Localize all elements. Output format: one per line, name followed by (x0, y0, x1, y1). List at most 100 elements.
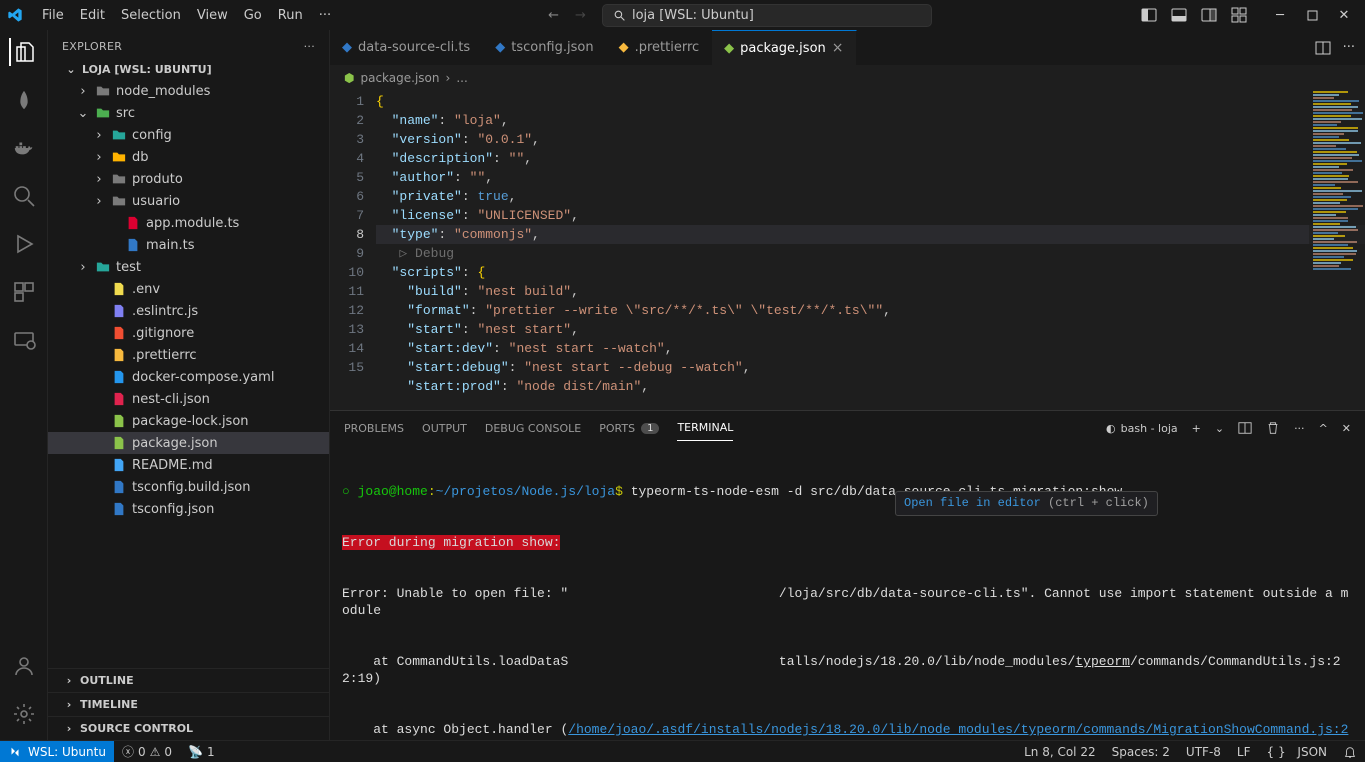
tree-item[interactable]: tsconfig.json (48, 498, 329, 520)
forward-icon[interactable]: → (575, 8, 586, 23)
docker-icon[interactable] (10, 134, 38, 162)
tree-item-label: package-lock.json (132, 414, 249, 429)
menu-view[interactable]: View (189, 4, 236, 27)
tree-item[interactable]: .gitignore (48, 322, 329, 344)
remote-indicator[interactable]: WSL: Ubuntu (0, 741, 114, 762)
chevron-down-icon[interactable]: ⌄ (1215, 422, 1224, 435)
tab-ports[interactable]: PORTS1 (599, 422, 659, 435)
tab-debug-console[interactable]: DEBUG CONSOLE (485, 422, 581, 435)
editor-tab[interactable]: ◆data-source-cli.ts (330, 30, 483, 65)
tree-item[interactable]: README.md (48, 454, 329, 476)
more-icon[interactable]: ··· (304, 40, 315, 53)
tree-item[interactable]: docker-compose.yaml (48, 366, 329, 388)
tree-item[interactable]: ›produto (48, 168, 329, 190)
tree-item[interactable]: nest-cli.json (48, 388, 329, 410)
back-icon[interactable]: ← (548, 8, 559, 23)
ts-icon (125, 237, 141, 253)
editor-tab[interactable]: ◆.prettierrc (607, 30, 713, 65)
nest-icon (111, 391, 127, 407)
tree-item[interactable]: ⌄src (48, 102, 329, 124)
notifications-icon[interactable] (1335, 745, 1365, 759)
docker-icon (111, 369, 127, 385)
editor-tab[interactable]: ◆tsconfig.json (483, 30, 606, 65)
tree-item[interactable]: ›db (48, 146, 329, 168)
mongo-icon[interactable] (10, 86, 38, 114)
tab-output[interactable]: OUTPUT (422, 422, 467, 435)
terminal[interactable]: ○ joao@home:~/projetos/Node.js/loja$ typ… (330, 445, 1365, 740)
trash-icon[interactable] (1266, 421, 1280, 435)
ports-status[interactable]: 📡1 (180, 745, 223, 759)
split-terminal-icon[interactable] (1238, 421, 1252, 435)
menu-run[interactable]: Run (270, 4, 311, 27)
sidebar-section[interactable]: ›TIMELINE (48, 692, 329, 716)
file-tree: ›node_modules⌄src›config›db›produto›usua… (48, 80, 329, 668)
tree-item-label: main.ts (146, 238, 194, 253)
tree-item[interactable]: .env (48, 278, 329, 300)
maximize-panel-icon[interactable]: ^ (1319, 422, 1328, 435)
chevron-icon: ⌄ (76, 106, 90, 121)
tree-item[interactable]: ›node_modules (48, 80, 329, 102)
settings-icon[interactable] (10, 700, 38, 728)
menu-file[interactable]: File (34, 4, 72, 27)
close-panel-icon[interactable]: ✕ (1342, 422, 1351, 435)
tree-item[interactable]: ›test (48, 256, 329, 278)
editor-tab[interactable]: ◆package.json× (712, 30, 856, 65)
tree-item[interactable]: main.ts (48, 234, 329, 256)
tree-item[interactable]: tsconfig.build.json (48, 476, 329, 498)
minimize-icon[interactable]: ─ (1271, 6, 1289, 24)
layout-icon[interactable] (1171, 7, 1187, 23)
tree-item[interactable]: .eslintrc.js (48, 300, 329, 322)
customize-layout-icon[interactable] (1231, 7, 1247, 23)
code-editor[interactable]: 123456789101112131415 { "name": "loja", … (330, 90, 1365, 410)
tab-terminal[interactable]: TERMINAL (677, 421, 733, 441)
cursor-position[interactable]: Ln 8, Col 22 (1016, 745, 1104, 759)
sidebar: EXPLORER ··· ⌄ LOJA [WSL: UBUNTU] ›node_… (48, 30, 330, 740)
npm-icon (111, 413, 127, 429)
remote-icon[interactable] (10, 326, 38, 354)
tree-item[interactable]: app.module.ts (48, 212, 329, 234)
tree-item[interactable]: ›usuario (48, 190, 329, 212)
layout-icon[interactable] (1201, 7, 1217, 23)
indent-status[interactable]: Spaces: 2 (1104, 745, 1178, 759)
menu-go[interactable]: Go (236, 4, 270, 27)
tree-item[interactable]: ›config (48, 124, 329, 146)
run-debug-icon[interactable] (10, 230, 38, 258)
maximize-icon[interactable] (1303, 6, 1321, 24)
menu-selection[interactable]: Selection (113, 4, 189, 27)
status-bar: WSL: Ubuntu ⓧ0 ⚠0 📡1 Ln 8, Col 22 Spaces… (0, 740, 1365, 762)
language-status[interactable]: { } JSON (1259, 745, 1336, 759)
sidebar-section[interactable]: ›OUTLINE (48, 668, 329, 692)
search-icon[interactable] (10, 182, 38, 210)
chevron-icon: › (92, 172, 106, 187)
tree-item[interactable]: .prettierrc (48, 344, 329, 366)
eol-status[interactable]: LF (1229, 745, 1259, 759)
more-icon[interactable]: ··· (1343, 40, 1355, 55)
chevron-icon: › (92, 194, 106, 209)
file-icon: ◆ (619, 40, 629, 55)
terminal-shell-selector[interactable]: ◐ bash - loja (1106, 422, 1178, 435)
explorer-icon[interactable] (9, 38, 37, 66)
tab-problems[interactable]: PROBLEMS (344, 422, 404, 435)
vscode-logo-icon (6, 6, 24, 24)
breadcrumb[interactable]: ⬢ package.json › ... (330, 66, 1365, 90)
layout-icon[interactable] (1141, 7, 1157, 23)
tree-item[interactable]: package.json (48, 432, 329, 454)
menu-···[interactable]: ··· (311, 4, 339, 27)
split-editor-icon[interactable] (1315, 40, 1331, 56)
menu-edit[interactable]: Edit (72, 4, 113, 27)
more-icon[interactable]: ··· (1294, 422, 1305, 435)
tree-item-label: tsconfig.json (132, 502, 214, 517)
encoding-status[interactable]: UTF-8 (1178, 745, 1229, 759)
tree-item-label: db (132, 150, 149, 165)
sidebar-section[interactable]: ›SOURCE CONTROL (48, 716, 329, 740)
tree-item[interactable]: package-lock.json (48, 410, 329, 432)
close-icon[interactable]: ✕ (1335, 6, 1353, 24)
command-center[interactable]: loja [WSL: Ubuntu] (602, 4, 932, 27)
close-tab-icon[interactable]: × (832, 40, 844, 56)
account-icon[interactable] (10, 652, 38, 680)
new-terminal-icon[interactable]: + (1192, 422, 1201, 435)
problems-status[interactable]: ⓧ0 ⚠0 (114, 743, 180, 760)
bash-icon: ◐ (1106, 422, 1116, 435)
extensions-icon[interactable] (10, 278, 38, 306)
project-root[interactable]: ⌄ LOJA [WSL: UBUNTU] (48, 61, 329, 80)
